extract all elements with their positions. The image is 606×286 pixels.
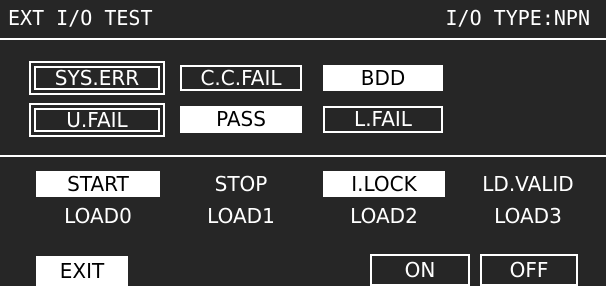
start-indicator: START — [36, 171, 160, 197]
io-type-label: I/O TYPE:NPN — [445, 6, 591, 30]
l-fail-indicator: L.FAIL — [323, 106, 443, 133]
load1-indicator: LOAD1 — [207, 204, 275, 228]
pass-indicator: PASS — [180, 106, 302, 133]
u-fail-indicator: U.FAIL — [29, 103, 165, 137]
ext-io-test-screen: EXT I/O TEST I/O TYPE:NPN SYS.ERR C.C.FA… — [0, 0, 606, 286]
stop-indicator: STOP — [214, 172, 268, 196]
bdd-indicator: BDD — [323, 65, 443, 91]
off-button[interactable]: OFF — [480, 254, 578, 286]
load2-indicator: LOAD2 — [350, 204, 418, 228]
screen-title: EXT I/O TEST — [8, 6, 153, 30]
on-button[interactable]: ON — [370, 254, 470, 286]
exit-button[interactable]: EXIT — [36, 256, 128, 286]
ld-valid-indicator: LD.VALID — [482, 172, 574, 196]
title-bar: EXT I/O TEST I/O TYPE:NPN — [0, 0, 606, 40]
cc-fail-indicator: C.C.FAIL — [180, 65, 302, 91]
load3-indicator: LOAD3 — [494, 204, 562, 228]
section-divider — [0, 155, 606, 157]
sys-err-indicator: SYS.ERR — [29, 61, 165, 95]
ilock-indicator: I.LOCK — [323, 171, 445, 197]
load0-indicator: LOAD0 — [64, 204, 132, 228]
